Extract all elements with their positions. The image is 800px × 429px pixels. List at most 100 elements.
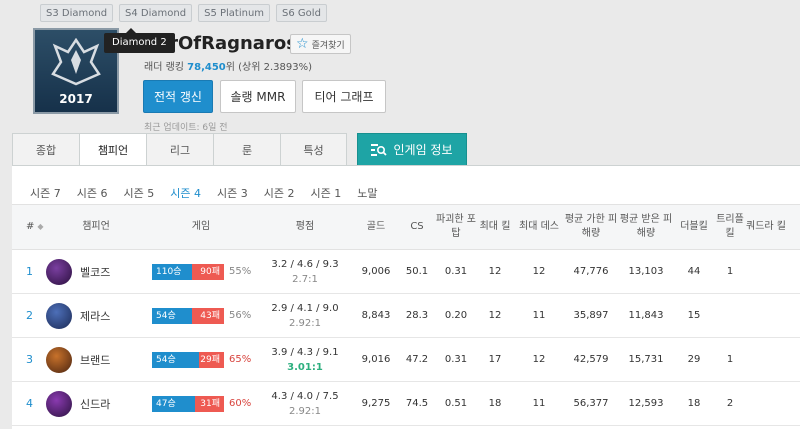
col-header-rank[interactable]: # ◆ (12, 205, 46, 250)
col-header-quadra-kill[interactable]: 쿼드라 킬 (746, 205, 800, 250)
table-row[interactable]: 4 신드라 47승 31패 60% 4.3 / 4.0 / 7.5 2.92:1 9,275 7… (12, 382, 800, 426)
wins-segment: 47승 (152, 395, 196, 412)
champion-cell[interactable]: 제라스 (46, 294, 146, 338)
max-death-cell: 11 (532, 310, 546, 321)
season-badge: S3 Diamond (40, 4, 114, 22)
max-kill-cell: 12 (488, 266, 502, 277)
champion-stats-panel: 시즌 7 시즌 6 시즌 5 시즌 4 시즌 3 시즌 2 시즌 1 노말 # ◆… (12, 165, 800, 429)
table-row[interactable]: 1 벨코즈 110승 90패 55% 3.2 / 4.6 / 9.3 2.7:1 9,006 5… (12, 250, 800, 294)
season-nav-item[interactable]: 시즌 1 (311, 185, 342, 206)
rank-cell: 2 (26, 309, 33, 322)
triple-kill-cell: 1 (726, 354, 734, 365)
kda-ratio: 2.92:1 (289, 405, 321, 417)
champion-cell[interactable]: 벨코즈 (46, 250, 146, 294)
table-row[interactable]: 3 브랜드 54승 29패 65% 3.9 / 4.3 / 9.1 3.01:1 9,016 4… (12, 338, 800, 382)
ingame-label: 인게임 정보 (393, 143, 453, 157)
last-updated: 최근 업데이트: 6일 전 (144, 123, 228, 133)
champion-name[interactable]: 제라스 (80, 308, 110, 324)
cs-cell: 47.2 (405, 354, 429, 365)
season-nav-item[interactable]: 시즌 5 (124, 185, 155, 206)
kda-values: 2.9 / 4.1 / 9.0 (271, 302, 339, 314)
champion-name[interactable]: 신드라 (80, 396, 110, 412)
table-row[interactable]: 2 제라스 54승 43패 56% 2.9 / 4.1 / 9.0 2.92:1 8,843 2… (12, 294, 800, 338)
losses-segment: 43패 (192, 307, 224, 324)
col-header-champion[interactable]: 챔피언 (46, 205, 146, 250)
champion-portrait-icon[interactable] (46, 302, 72, 329)
dmg-taken-cell: 13,103 (628, 266, 664, 277)
season-badge: S5 Platinum (198, 4, 271, 22)
gold-cell: 8,843 (361, 310, 391, 321)
tab-summary[interactable]: 종합 (12, 133, 79, 166)
col-header-cs[interactable]: CS (398, 205, 436, 250)
rank-cell: 3 (26, 353, 33, 366)
season-nav-item[interactable]: 노말 (357, 185, 377, 206)
season-badge: S6 Gold (276, 4, 327, 22)
season-nav-item[interactable]: 시즌 6 (77, 185, 108, 206)
update-button[interactable]: 전적 갱신 (143, 80, 213, 113)
win-loss-bar: 54승 29패 (152, 351, 224, 368)
games-cell: 54승 43패 56% (146, 294, 256, 338)
triple-kill-cell: 2 (726, 398, 734, 409)
col-header-gold[interactable]: 골드 (354, 205, 398, 250)
tab-league[interactable]: 리그 (146, 133, 213, 166)
win-rate: 55% (229, 266, 252, 277)
kda-ratio: 3.01:1 (287, 361, 323, 373)
dmg-taken-cell: 15,731 (628, 354, 664, 365)
kda-values: 4.3 / 4.0 / 7.5 (271, 390, 339, 402)
season-nav-item[interactable]: 시즌 3 (217, 185, 248, 206)
season-nav-item-active[interactable]: 시즌 4 (170, 185, 201, 206)
double-kill-cell: 29 (687, 354, 701, 365)
col-header-double-kill[interactable]: 더블킬 (674, 205, 714, 250)
cs-cell: 28.3 (405, 310, 429, 321)
col-header-max-kill[interactable]: 최대 킬 (476, 205, 514, 250)
champion-portrait-icon[interactable] (46, 390, 72, 417)
games-cell: 47승 31패 60% (146, 382, 256, 426)
col-header-triple-kill[interactable]: 트리플 킬 (714, 205, 746, 250)
max-kill-cell: 17 (488, 354, 502, 365)
champion-cell[interactable]: 신드라 (46, 382, 146, 426)
tab-masteries[interactable]: 특성 (280, 133, 347, 166)
search-list-icon (371, 143, 388, 156)
games-cell: 110승 90패 55% (146, 250, 256, 294)
max-death-cell: 12 (532, 266, 546, 277)
ingame-info-button[interactable]: 인게임 정보 (357, 133, 467, 166)
kda-cell: 3.9 / 4.3 / 9.1 3.01:1 (256, 338, 354, 382)
dmg-dealt-cell: 42,579 (573, 354, 609, 365)
gold-cell: 9,016 (361, 354, 391, 365)
champion-cell[interactable]: 브랜드 (46, 338, 146, 382)
champion-name[interactable]: 브랜드 (80, 352, 110, 368)
col-header-dmg-taken[interactable]: 평균 받은 피해량 (618, 205, 674, 250)
col-header-dmg-dealt[interactable]: 평균 가한 피해량 (564, 205, 618, 250)
champion-name[interactable]: 벨코즈 (80, 264, 110, 280)
kda-ratio: 2.92:1 (289, 317, 321, 329)
kda-cell: 4.3 / 4.0 / 7.5 2.92:1 (256, 382, 354, 426)
tier-graph-button[interactable]: 티어 그래프 (302, 80, 386, 113)
win-rate: 65% (229, 354, 252, 365)
solo-mmr-button[interactable]: 솔랭 MMR (220, 80, 296, 113)
quadra-kill-cell (746, 250, 800, 294)
col-header-max-death[interactable]: 최대 데스 (514, 205, 564, 250)
col-header-games[interactable]: 게임 (146, 205, 256, 250)
win-loss-bar: 110승 90패 (152, 263, 224, 280)
col-header-towers[interactable]: 파괴한 포탑 (436, 205, 476, 250)
triple-kill-cell (714, 294, 746, 338)
emblem-year: 2017 (59, 92, 93, 106)
champion-portrait-icon[interactable] (46, 258, 72, 285)
tier-tooltip: Diamond 2 (104, 28, 175, 53)
tab-champions[interactable]: 챔피언 (79, 133, 146, 166)
table-header: # ◆ 챔피언 게임 평점 골드 CS 파괴한 포탑 최대 킬 최대 데스 평균 … (12, 204, 800, 250)
quadra-kill-cell (746, 294, 800, 338)
col-header-kda[interactable]: 평점 (256, 205, 354, 250)
champion-portrait-icon[interactable] (46, 346, 72, 373)
season-nav-item[interactable]: 시즌 2 (264, 185, 295, 206)
season-nav-item[interactable]: 시즌 7 (30, 185, 61, 206)
cs-cell: 50.1 (405, 266, 429, 277)
kda-values: 3.9 / 4.3 / 9.1 (271, 346, 339, 358)
favorite-button[interactable]: ☆ 즐겨찾기 (290, 34, 351, 54)
season-nav: 시즌 7 시즌 6 시즌 5 시즌 4 시즌 3 시즌 2 시즌 1 노말 (30, 185, 394, 206)
tab-runes[interactable]: 룬 (213, 133, 280, 166)
dmg-dealt-cell: 47,776 (573, 266, 609, 277)
towers-cell: 0.51 (444, 398, 468, 409)
ranking-number[interactable]: 78,450 (187, 62, 226, 73)
dmg-dealt-cell: 56,377 (573, 398, 609, 409)
